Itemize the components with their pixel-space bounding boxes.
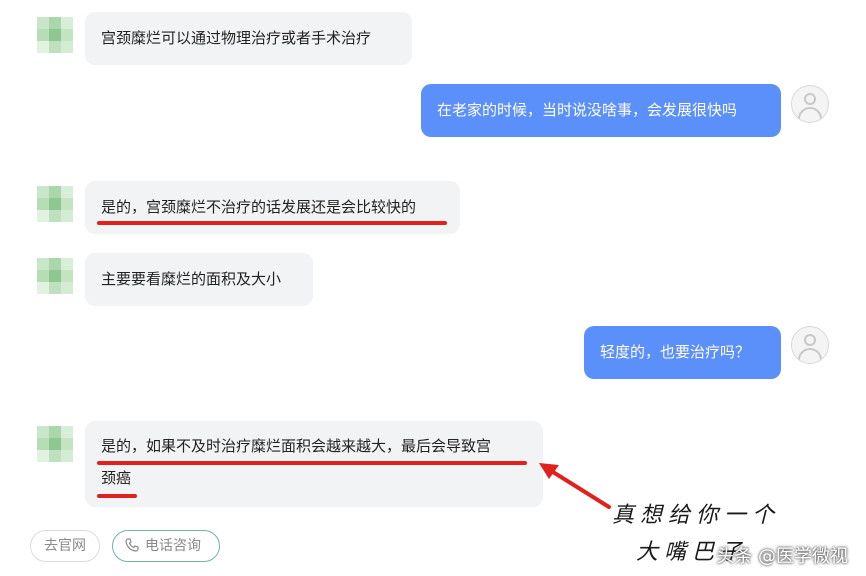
doctor-message: 是的，宫颈糜烂不治疗的话发展还是会比较快的 [85, 181, 460, 234]
user-message: 轻度的，也要治疗吗？ [584, 326, 781, 379]
user-avatar [791, 326, 829, 364]
watermark: 头条 @医学微视 [716, 546, 848, 567]
doctor-avatar [37, 186, 73, 222]
annotation-arrow-icon [539, 463, 611, 509]
doctor-avatar [37, 426, 73, 462]
doctor-avatar [37, 17, 73, 53]
user-message: 在老家的时候，当时说没啥事，会发展很快吗 [421, 84, 781, 137]
doctor-message: 宫颈糜烂可以通过物理治疗或者手术治疗 [85, 12, 412, 65]
highlight-underline [97, 221, 447, 225]
phone-consult-button[interactable]: 电话咨询 [112, 530, 220, 562]
highlight-underline [97, 461, 527, 465]
doctor-avatar [37, 258, 73, 294]
phone-consult-label: 电话咨询 [145, 538, 201, 554]
highlight-underline [97, 494, 137, 498]
annotation-line-1: 真想给你一个 [612, 503, 781, 528]
message-line: 颈癌 [101, 469, 132, 487]
phone-icon [125, 538, 139, 552]
user-avatar [791, 85, 829, 123]
message-line: 是的，如果不及时治疗糜烂面积会越来越大，最后会导致宫 [101, 437, 492, 455]
doctor-message: 主要要看糜烂的面积及大小 [85, 253, 313, 306]
official-site-button[interactable]: 去官网 [30, 530, 100, 562]
